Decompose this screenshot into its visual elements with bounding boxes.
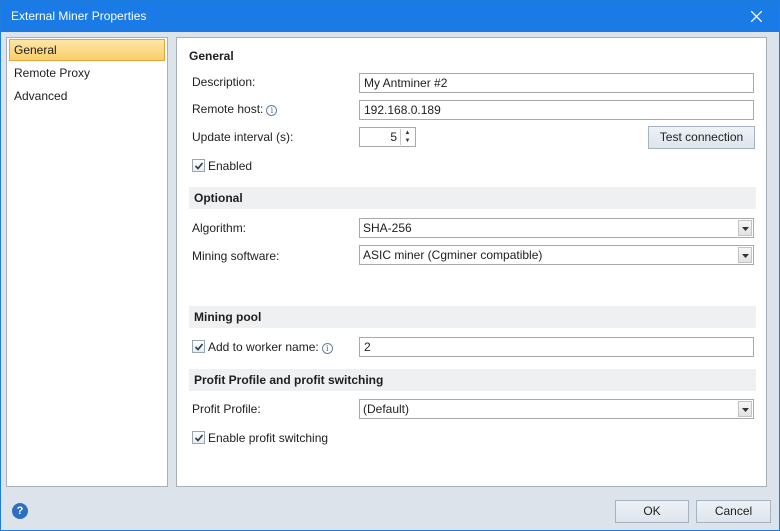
algorithm-select[interactable]: SHA-256	[359, 218, 754, 238]
mining-software-value: ASIC miner (Cgminer compatible)	[363, 248, 543, 262]
window-title: External Miner Properties	[11, 9, 147, 23]
cancel-button[interactable]: Cancel	[696, 500, 771, 523]
info-icon[interactable]: i	[266, 105, 278, 116]
remote-host-label-wrap: Remote host: i	[192, 102, 278, 116]
enabled-checkbox[interactable]	[192, 159, 205, 172]
update-interval-label: Update interval (s):	[192, 130, 294, 144]
update-interval-stepper[interactable]: 5 ▲ ▼	[359, 127, 416, 147]
test-connection-button[interactable]: Test connection	[648, 126, 755, 149]
section-optional-heading: Optional	[189, 187, 756, 209]
algorithm-value: SHA-256	[363, 221, 412, 235]
section-mining-pool-heading: Mining pool	[189, 306, 756, 328]
settings-content: General Description: My Antminer #2 Remo…	[176, 37, 767, 487]
description-label: Description:	[192, 75, 256, 89]
update-interval-value: 5	[390, 130, 397, 144]
nav-item-general[interactable]: General	[9, 39, 165, 61]
remote-host-label: Remote host:	[192, 102, 264, 116]
close-button[interactable]	[735, 1, 779, 32]
section-general-heading: General	[189, 49, 234, 63]
stepper-up-icon[interactable]: ▲	[401, 129, 414, 137]
description-input[interactable]: My Antminer #2	[359, 73, 754, 93]
enable-switching-checkbox[interactable]	[192, 431, 205, 444]
check-icon	[194, 162, 204, 170]
check-icon	[194, 434, 204, 442]
info-icon[interactable]: i	[321, 343, 333, 354]
nav-item-remote-proxy[interactable]: Remote Proxy	[9, 62, 165, 84]
enable-switching-label[interactable]: Enable profit switching	[208, 431, 328, 445]
chevron-down-icon[interactable]	[738, 401, 752, 417]
profit-profile-label: Profit Profile:	[192, 402, 261, 416]
properties-window: External Miner Properties General Remote…	[0, 0, 780, 531]
mining-software-select[interactable]: ASIC miner (Cgminer compatible)	[359, 245, 754, 265]
section-profit-heading: Profit Profile and profit switching	[189, 369, 756, 391]
worker-name-input[interactable]: 2	[359, 337, 754, 357]
remote-host-input[interactable]: 192.168.0.189	[359, 100, 754, 120]
stepper-buttons[interactable]: ▲ ▼	[400, 129, 414, 145]
chevron-down-icon[interactable]	[738, 220, 752, 236]
add-worker-label-wrap: Add to worker name: i	[208, 340, 333, 354]
close-icon	[751, 11, 762, 22]
nav-item-advanced[interactable]: Advanced	[9, 85, 165, 107]
mining-software-label: Mining software:	[192, 249, 280, 263]
add-worker-checkbox[interactable]	[192, 340, 205, 353]
check-icon	[194, 343, 204, 351]
help-icon[interactable]: ?	[12, 503, 28, 519]
ok-button[interactable]: OK	[615, 500, 689, 523]
title-bar: External Miner Properties	[1, 1, 779, 32]
algorithm-label: Algorithm:	[192, 221, 247, 235]
profit-profile-value: (Default)	[363, 402, 410, 416]
stepper-down-icon[interactable]: ▼	[401, 137, 414, 145]
bottom-bar: ? OK Cancel	[1, 493, 779, 530]
chevron-down-icon[interactable]	[738, 247, 752, 263]
profit-profile-select[interactable]: (Default)	[359, 399, 754, 419]
enabled-label[interactable]: Enabled	[208, 159, 252, 173]
add-worker-label[interactable]: Add to worker name:	[208, 340, 319, 354]
nav-panel: General Remote Proxy Advanced	[6, 37, 168, 487]
